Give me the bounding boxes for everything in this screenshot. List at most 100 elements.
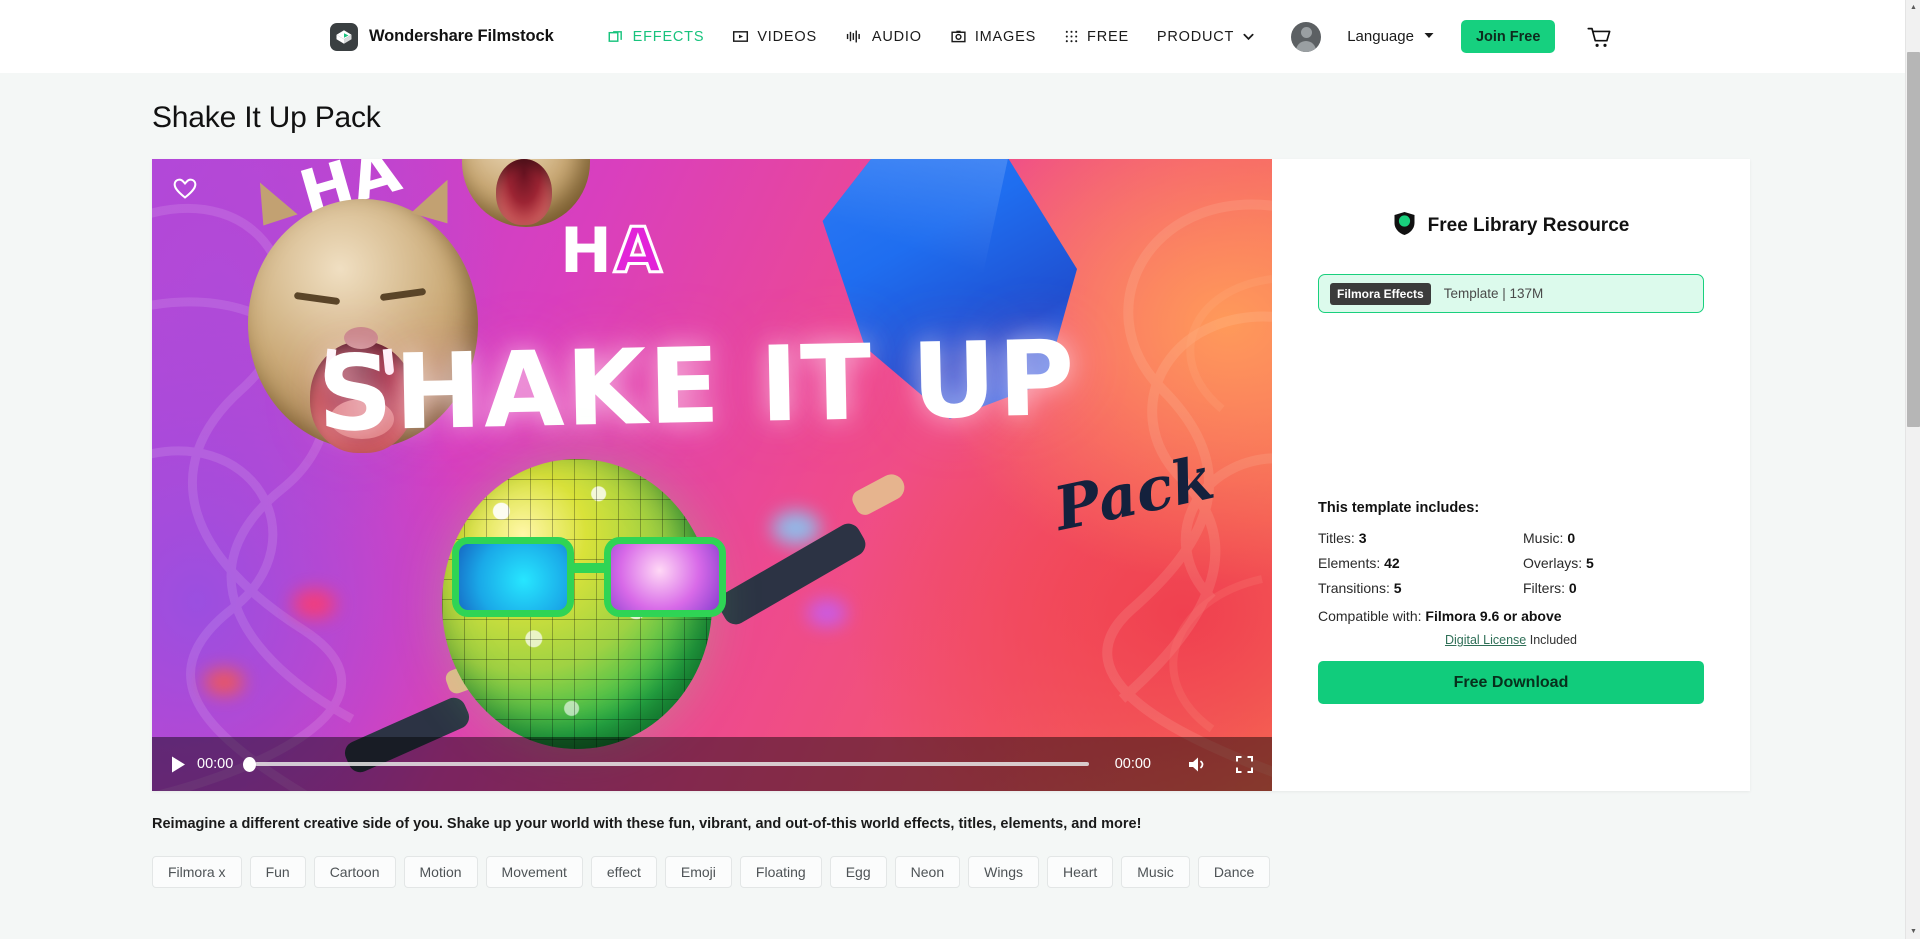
product-description: Reimagine a different creative side of y… — [152, 816, 1142, 832]
nav-item-audio[interactable]: AUDIO — [831, 17, 936, 57]
free-library-badge: Free Library Resource — [1318, 211, 1704, 241]
poster-script-text: Pack — [1047, 443, 1220, 545]
digital-license-link[interactable]: Digital License — [1445, 633, 1526, 647]
product-info-panel: Free Library Resource Filmora Effects Te… — [1272, 159, 1750, 791]
tag-item[interactable]: Music — [1121, 856, 1190, 888]
duration: 00:00 — [1114, 756, 1151, 772]
includes-value: 0 — [1568, 580, 1577, 596]
page-viewport: Wondershare Filmstock EFFECTS VIDEOS AUD… — [0, 0, 1920, 939]
includes-item: Filters: 0 — [1523, 580, 1704, 596]
includes-label: Music: — [1523, 530, 1564, 546]
audio-icon — [845, 28, 864, 45]
poster-glow — [807, 599, 847, 627]
volume-icon[interactable] — [1187, 755, 1209, 774]
video-controls: 00:00 00:00 — [152, 737, 1272, 791]
poster-artwork: HA HA SHAKE IT UP Pack — [152, 159, 1272, 791]
includes-value: 3 — [1358, 530, 1367, 546]
avatar[interactable] — [1291, 21, 1322, 52]
nav-item-product[interactable]: PRODUCT — [1143, 17, 1269, 57]
tag-item[interactable]: Motion — [403, 856, 478, 888]
tag-item[interactable]: Cartoon — [313, 856, 396, 888]
tag-item[interactable]: effect — [590, 856, 657, 888]
nav-item-free[interactable]: FREE — [1050, 17, 1143, 57]
tag-item[interactable]: Neon — [894, 856, 961, 888]
includes-label: Overlays: — [1523, 555, 1583, 571]
includes-grid: Titles: 3 Music: 0 Elements: 42 Overlays… — [1318, 530, 1704, 596]
includes-value: 5 — [1393, 580, 1402, 596]
includes-item: Music: 0 — [1523, 530, 1704, 546]
includes-label: Filters: — [1523, 580, 1565, 596]
free-download-button[interactable]: Free Download — [1318, 661, 1704, 704]
includes-value: 0 — [1567, 530, 1576, 546]
chevron-down-icon — [1423, 28, 1435, 45]
free-library-label: Free Library Resource — [1427, 215, 1630, 236]
includes-title: This template includes: — [1318, 500, 1480, 516]
license-suffix: Included — [1529, 633, 1578, 647]
poster-glow — [772, 511, 820, 545]
video-icon — [732, 28, 749, 45]
resource-type-tag: Filmora Effects — [1330, 282, 1431, 305]
license-row: Digital License Included — [1318, 633, 1704, 647]
page-title: Shake It Up Pack — [152, 101, 381, 134]
tag-item[interactable]: Filmora x — [152, 856, 242, 888]
page-scrollbar[interactable]: ▲ ▼ — [1905, 0, 1920, 939]
nav-item-images[interactable]: IMAGES — [936, 17, 1050, 57]
brand-logo-link[interactable]: Wondershare Filmstock — [330, 22, 554, 51]
poster-glow — [204, 669, 244, 695]
sunglasses — [452, 537, 742, 623]
poster-headline: SHAKE IT UP — [316, 317, 1078, 455]
scroll-up-arrow[interactable]: ▲ — [1906, 0, 1920, 15]
fullscreen-icon[interactable] — [1235, 755, 1254, 774]
image-icon — [950, 28, 967, 45]
nav-label: IMAGES — [974, 28, 1037, 45]
tag-item[interactable]: Movement — [485, 856, 583, 888]
nav-item-videos[interactable]: VIDEOS — [718, 17, 831, 57]
tag-item[interactable]: Floating — [739, 856, 822, 888]
tag-item[interactable]: Egg — [829, 856, 887, 888]
wondershare-logo-icon — [330, 22, 358, 51]
tag-item[interactable]: Dance — [1197, 856, 1271, 888]
nav-label: AUDIO — [871, 28, 922, 45]
play-button[interactable] — [170, 755, 187, 774]
compatibility-value: Filmora 9.6 or above — [1425, 608, 1562, 624]
includes-value: 5 — [1586, 555, 1594, 571]
cart-icon[interactable] — [1585, 24, 1612, 50]
language-selector[interactable]: Language — [1347, 28, 1435, 45]
primary-nav: EFFECTS VIDEOS AUDIO IMAGES FREE PRODUCT — [594, 17, 1270, 57]
seek-knob[interactable] — [243, 756, 257, 772]
includes-item: Transitions: 5 — [1318, 580, 1523, 596]
site-header: Wondershare Filmstock EFFECTS VIDEOS AUD… — [0, 0, 1905, 73]
tag-list: Filmora x Fun Cartoon Motion Movement ef… — [152, 856, 1920, 888]
poster-ha-text: HA — [560, 213, 664, 289]
includes-value: 42 — [1384, 555, 1400, 571]
shield-icon — [1393, 211, 1416, 241]
scroll-down-arrow[interactable]: ▼ — [1906, 924, 1920, 939]
tag-item[interactable]: Emoji — [664, 856, 732, 888]
disco-hand-right — [849, 469, 909, 519]
seek-slider[interactable] — [243, 754, 1089, 774]
scrollbar-thumb[interactable] — [1907, 52, 1920, 427]
favorite-heart-icon[interactable] — [172, 175, 198, 201]
nav-label: VIDEOS — [757, 28, 817, 45]
seek-track — [255, 762, 1089, 766]
compatibility-label: Compatible with: — [1318, 608, 1422, 624]
brand-name: Wondershare Filmstock — [369, 27, 554, 45]
join-free-button[interactable]: Join Free — [1460, 20, 1556, 53]
includes-item: Titles: 3 — [1318, 530, 1523, 546]
includes-label: Elements: — [1318, 555, 1381, 571]
tag-item[interactable]: Fun — [249, 856, 306, 888]
nav-item-effects[interactable]: EFFECTS — [594, 17, 719, 57]
resource-type-meta: Template | 137M — [1443, 286, 1544, 301]
compatibility-row: Compatible with: Filmora 9.6 or above — [1318, 608, 1704, 624]
resource-type-box: Filmora Effects Template | 137M — [1318, 274, 1704, 313]
includes-label: Transitions: — [1318, 580, 1390, 596]
grid-dots-icon — [1064, 29, 1079, 44]
includes-item: Elements: 42 — [1318, 555, 1523, 571]
nav-label: EFFECTS — [632, 28, 705, 45]
video-player[interactable]: HA HA SHAKE IT UP Pack 00:00 00:00 — [152, 159, 1272, 791]
tag-item[interactable]: Wings — [968, 856, 1040, 888]
tag-item[interactable]: Heart — [1047, 856, 1114, 888]
effects-icon — [608, 28, 625, 45]
control-right-group: 00:00 — [1105, 755, 1254, 774]
language-label: Language — [1347, 28, 1414, 45]
